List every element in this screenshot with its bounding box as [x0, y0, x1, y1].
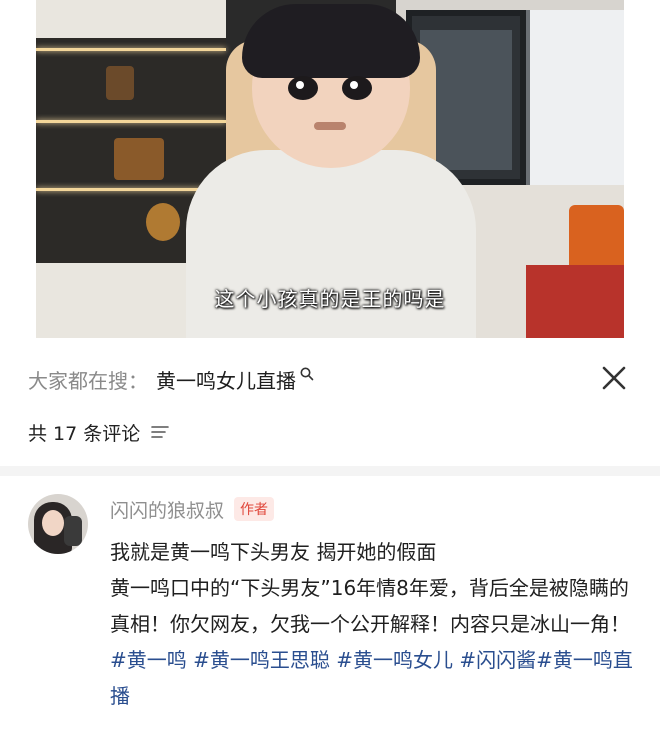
- shelf-decoration: [106, 66, 134, 100]
- author-badge: 作者: [234, 497, 275, 521]
- suggested-search-term[interactable]: 黄一鸣女儿直播: [156, 365, 296, 394]
- shelf-vase: [146, 203, 180, 241]
- suggested-search-prefix: 大家都在搜：: [28, 368, 148, 393]
- shelf-decoration: [114, 138, 164, 180]
- section-divider: [0, 466, 660, 476]
- avatar-hair: [242, 4, 420, 78]
- hashtag-link[interactable]: #黄一鸣女儿: [336, 648, 453, 672]
- shelf-light: [36, 120, 226, 123]
- shelf-light: [36, 48, 226, 51]
- video-player[interactable]: 这个小孩真的是王的吗是: [36, 0, 624, 345]
- background-window: [526, 10, 624, 185]
- comment-author-name[interactable]: 闪闪的狼叔叔: [110, 496, 224, 523]
- search-icon[interactable]: [299, 366, 315, 382]
- avatar-phone-shape: [64, 516, 82, 546]
- avatar-body: [186, 150, 476, 345]
- suggested-search[interactable]: 大家都在搜： 黄一鸣女儿直播: [28, 364, 315, 394]
- hashtag-link[interactable]: #闪闪酱: [459, 648, 536, 672]
- avatar-face-shape: [42, 510, 64, 536]
- comment-author-row: 闪闪的狼叔叔 作者: [110, 494, 275, 524]
- comment-text-line: 黄一鸣口中的“下头男友”16年情8年爱，背后全是被隐瞒的真相！你欠网友，欠我一个…: [110, 576, 630, 636]
- sort-icon[interactable]: [150, 424, 170, 440]
- comment-item: 闪闪的狼叔叔 作者 我就是黄一鸣下头男友 揭开她的假面 黄一鸣口中的“下头男友”…: [0, 476, 660, 746]
- comment-sheet: 大家都在搜： 黄一鸣女儿直播 共 17 条评论 闪闪的狼叔叔 作者 我就是黄一鸣…: [0, 338, 660, 746]
- comment-count: 共 17 条评论: [28, 422, 141, 445]
- comment-count-header: 共 17 条评论: [28, 418, 170, 446]
- close-icon[interactable]: [598, 362, 630, 394]
- video-subtitle: 这个小孩真的是王的吗是: [214, 287, 446, 311]
- avatar-eye: [342, 76, 372, 100]
- hashtag-link[interactable]: #黄一鸣王思聪: [193, 648, 330, 672]
- avatar-mouth: [314, 122, 346, 130]
- avatar-eye: [288, 76, 318, 100]
- comment-text: 我就是黄一鸣下头男友 揭开她的假面 黄一鸣口中的“下头男友”16年情8年爱，背后…: [110, 534, 640, 714]
- avatar[interactable]: [28, 494, 88, 554]
- hashtag-link[interactable]: #黄一鸣: [110, 648, 187, 672]
- comment-text-line: 我就是黄一鸣下头男友 揭开她的假面: [110, 540, 437, 564]
